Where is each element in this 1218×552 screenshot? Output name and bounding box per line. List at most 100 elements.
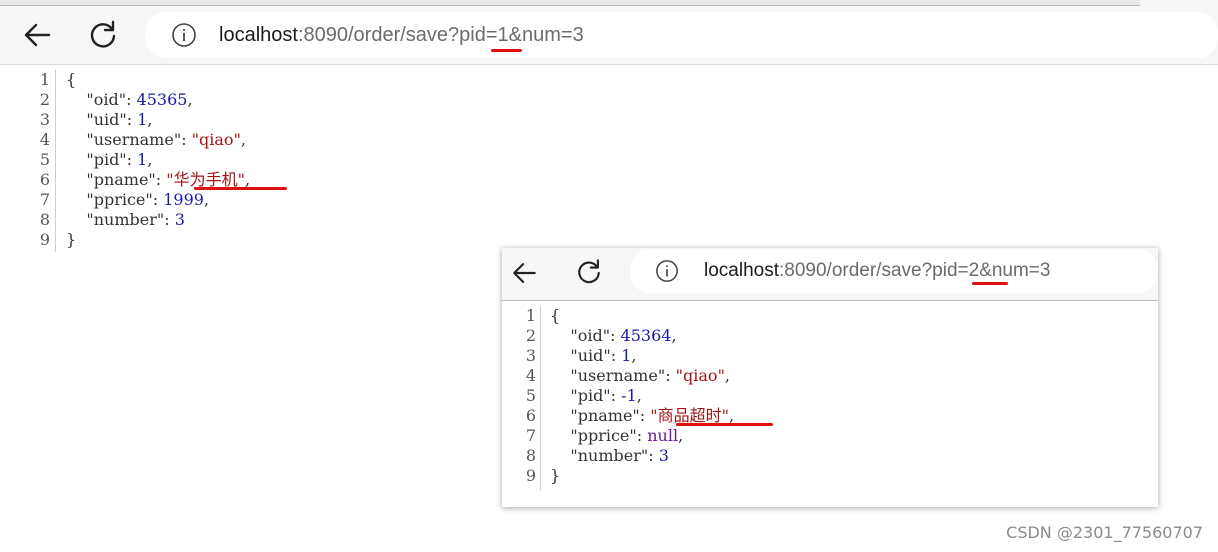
line-number: 1 [525,306,536,325]
json-line: { [66,70,76,90]
address-bar[interactable]: localhost:8090/order/save?pid=1&num=3 [145,12,1218,58]
browser-toolbar-2: localhost:8090/order/save?pid=2&num=3 [502,248,1158,301]
back-button[interactable] [19,17,55,53]
json-token: "pprice" [550,426,637,445]
url-host: localhost [219,24,298,46]
json-token: : [181,130,192,149]
json-token: : [126,90,137,109]
json-line: { [550,306,560,326]
line-number: 9 [525,466,536,485]
json-token: 1 [137,110,148,129]
json-token: : [610,386,622,405]
json-line: "username": "qiao", [66,130,246,150]
second-browser-window: localhost:8090/order/save?pid=2&num=3 1 {… [502,248,1158,507]
json-token: 3 [658,446,669,465]
json-line: } [550,466,560,486]
json-token: "uid" [66,110,127,129]
line-number: 3 [525,346,536,365]
pid-annotation-underline-2 [972,282,1008,285]
json-line: "pprice": null, [550,426,683,446]
watermark: CSDN @2301_77560707 [1006,523,1203,542]
json-token: , [678,426,684,445]
json-token: 1999 [163,190,204,209]
line-number: 8 [525,446,536,465]
json-token: , [240,130,247,149]
reload-button-2[interactable] [573,256,605,288]
json-token: 45365 [136,90,188,109]
back-arrow-icon [513,263,536,283]
json-token: null [647,426,679,445]
json-token: , [147,110,153,129]
json-token: "number" [66,210,165,229]
json-line: "oid": 45364, [550,326,677,346]
line-number: 1 [39,70,50,89]
json-token: "uid" [550,346,611,365]
json-token: , [671,326,677,345]
back-arrow-icon [24,23,51,47]
json-token: , [147,150,153,169]
json-token: : [639,406,651,425]
line-number: 5 [525,386,536,405]
json-token: "oid" [66,90,127,109]
json-token: : [152,190,164,209]
json-token: "pprice" [66,190,153,209]
url-host-2: localhost [704,260,779,281]
json-line: "number": 3 [66,210,185,230]
line-number: 6 [39,170,50,189]
reload-icon [578,259,600,284]
line-number: 4 [525,366,536,385]
info-icon[interactable] [655,259,679,283]
json-line: "uid": 1, [66,110,153,130]
json-token: , [631,346,637,365]
json-token: "oid" [550,326,611,345]
json-token: -1 [621,386,637,405]
line-number: 8 [39,210,50,229]
json-token: : [636,426,648,445]
json-token: : [610,346,622,365]
url-text-2: localhost:8090/order/save?pid=2&num=3 [704,259,1050,283]
pname-annotation-underline [194,187,287,190]
json-token: "pid" [550,386,611,405]
json-token: 1 [621,346,632,365]
reload-button[interactable] [85,17,121,53]
json-token: , [636,386,642,405]
json-line: "pid": -1, [550,386,642,406]
line-number-gutter-2 [540,306,541,490]
json-token: : [665,366,676,385]
line-number: 3 [39,110,50,129]
url-path-2: :8090/order/save?pid=2&num=3 [779,260,1051,281]
url-text: localhost:8090/order/save?pid=1&num=3 [219,23,584,47]
line-number: 7 [525,426,536,445]
json-token: { [550,306,561,325]
browser-toolbar: localhost:8090/order/save?pid=1&num=3 [0,0,1218,65]
json-token: , [724,366,731,385]
line-number: 6 [525,406,536,425]
json-token: } [66,230,77,249]
line-number: 5 [39,150,50,169]
json-token: "pname" [550,406,640,425]
json-token: "username" [550,366,666,385]
json-token: "username" [66,130,182,149]
json-token: "qiao" [191,130,241,149]
json-token: 1 [137,150,148,169]
json-token: { [66,70,77,89]
json-token: , [187,90,193,109]
address-bar-2[interactable]: localhost:8090/order/save?pid=2&num=3 [630,249,1158,293]
url-path: :8090/order/save?pid=1&num=3 [297,24,584,46]
json-token: : [126,110,138,129]
pname-annotation-underline-2 [676,423,773,426]
json-line: "number": 3 [550,446,669,466]
info-icon[interactable] [171,22,197,48]
json-token: : [126,150,138,169]
line-number-gutter [55,70,56,252]
line-number: 4 [39,130,50,149]
reload-icon [90,20,116,48]
pid-annotation-underline [491,49,522,52]
json-line: "username": "qiao", [550,366,730,386]
json-token: "number" [550,446,649,465]
line-number: 2 [525,326,536,345]
top-scrollbar[interactable] [0,0,1140,6]
back-button-2[interactable] [508,257,540,289]
json-line: "pid": 1, [66,150,152,170]
json-token: "pname" [66,170,156,189]
